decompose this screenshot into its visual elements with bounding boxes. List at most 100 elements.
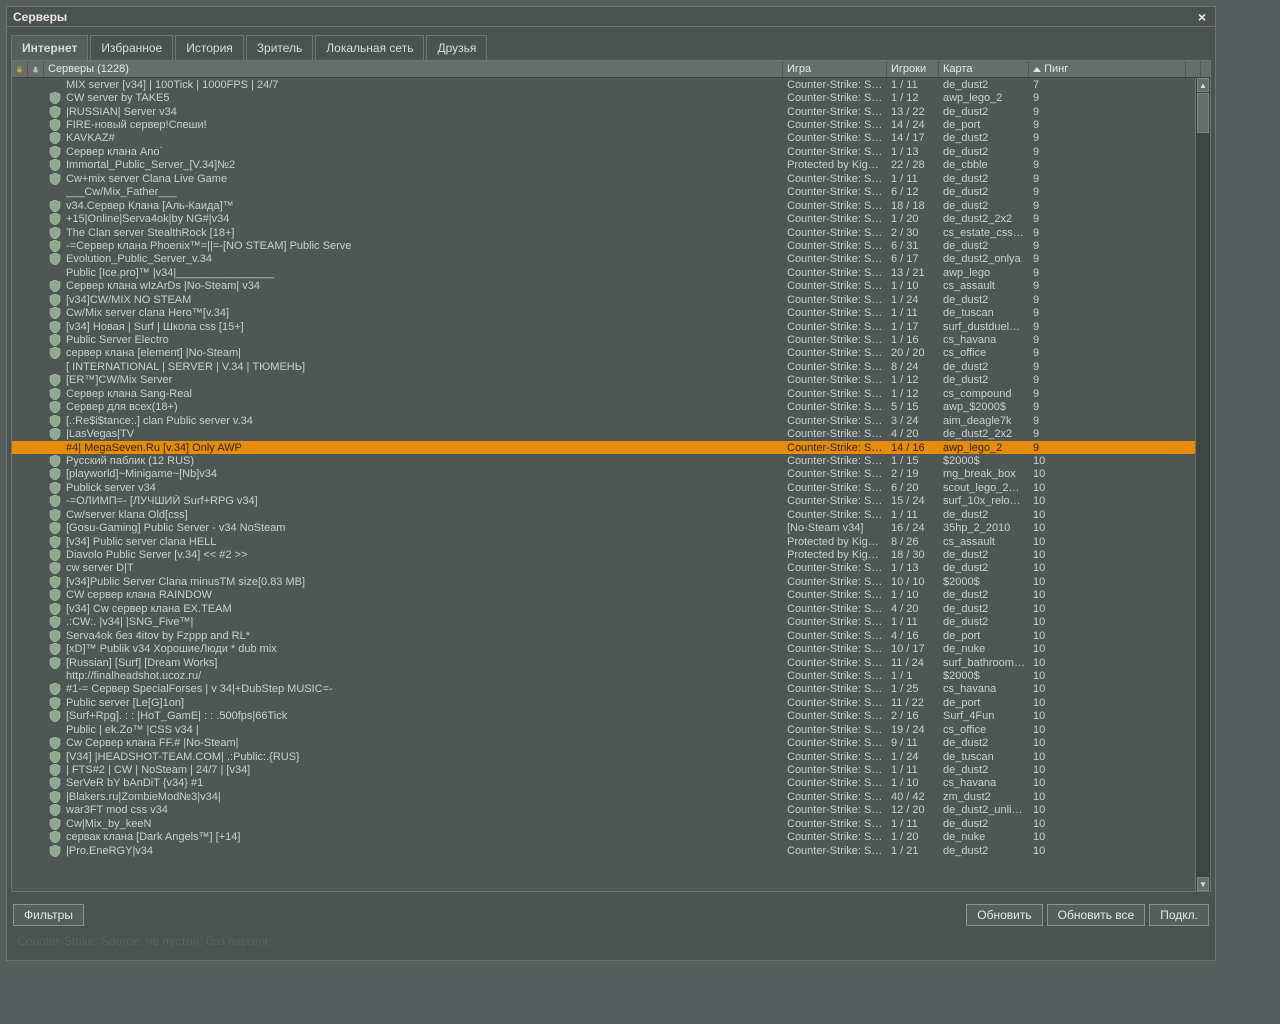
server-row[interactable]: [v34]CW/MIX NO STEAMCounter-Strike: Sour… xyxy=(12,293,1210,306)
server-row[interactable]: http://finalheadshot.ucoz.ru/Counter-Str… xyxy=(12,669,1210,682)
header-ping[interactable]: Пинг xyxy=(1029,61,1186,77)
server-row[interactable]: [v34] Новая | Surf | Школа css [15+]Coun… xyxy=(12,320,1210,333)
server-row[interactable]: [playworld]~Minigame~[Nb]v34Counter-Stri… xyxy=(12,468,1210,481)
server-ping: 10 xyxy=(1029,697,1186,709)
server-row[interactable]: #4| MegaSeven.Ru [v.34] Only AWPCounter-… xyxy=(12,441,1210,454)
server-row[interactable]: Cw Сервер клана FF.# |No-Steam|Counter-S… xyxy=(12,736,1210,749)
header-players[interactable]: Игроки xyxy=(887,61,939,77)
server-row[interactable]: Public [Ice.pro]™ |v34|________________C… xyxy=(12,266,1210,279)
server-row[interactable]: war3FT mod css v34Counter-Strike: Source… xyxy=(12,804,1210,817)
server-row[interactable]: Cw|Mix_by_keeNCounter-Strike: Source1 / … xyxy=(12,817,1210,830)
server-row[interactable]: Public Server ElectroCounter-Strike: Sou… xyxy=(12,333,1210,346)
server-players: 1 / 13 xyxy=(887,562,939,574)
server-players: 1 / 11 xyxy=(887,509,939,521)
server-map: de_dust2 xyxy=(939,361,1029,373)
server-ping: 9 xyxy=(1029,159,1186,171)
server-row[interactable]: |LasVegas|TVCounter-Strike: Source4 / 20… xyxy=(12,427,1210,440)
server-row[interactable]: Public server [Le[G]1on]Counter-Strike: … xyxy=(12,696,1210,709)
header-game[interactable]: Игра xyxy=(783,61,887,77)
server-row[interactable]: Cw+mix server Clana Live GameCounter-Str… xyxy=(12,172,1210,185)
server-game: Counter-Strike: Source xyxy=(783,737,887,749)
server-row[interactable]: [Russian] [Surf] [Dream Works]Counter-St… xyxy=(12,656,1210,669)
scroll-down-icon[interactable]: ▼ xyxy=(1197,877,1209,891)
server-row[interactable]: [Surf+Rpg]. : : |HoT_GamE| : : .500fps|6… xyxy=(12,710,1210,723)
server-row[interactable]: v34.Сервер Клана [Аль-Каида]™Counter-Str… xyxy=(12,199,1210,212)
header-password-icon[interactable] xyxy=(12,61,28,77)
close-icon[interactable]: × xyxy=(1195,10,1209,24)
header-bot-icon[interactable] xyxy=(28,61,44,77)
tab-1[interactable]: Избранное xyxy=(90,35,173,60)
server-list[interactable]: MIX server [v34] | 100Tick | 1000FPS | 2… xyxy=(12,78,1210,891)
server-row[interactable]: -=Сервер клана Phoenix™=||=-[NO STEAM] P… xyxy=(12,239,1210,252)
server-ping: 10 xyxy=(1029,509,1186,521)
server-row[interactable]: SerVeR bY bAnDiT {v34} #1Counter-Strike:… xyxy=(12,777,1210,790)
scroll-thumb[interactable] xyxy=(1197,93,1209,133)
server-row[interactable]: сервер клана [element] |No-Steam|Counter… xyxy=(12,347,1210,360)
server-row[interactable]: Evolution_Public_Server_v.34Counter-Stri… xyxy=(12,253,1210,266)
server-row[interactable]: Сервер клана Ano`Counter-Strike: Source1… xyxy=(12,145,1210,158)
server-row[interactable]: Publick server v34Counter-Strike: Source… xyxy=(12,481,1210,494)
scrollbar[interactable]: ▲ ▼ xyxy=(1195,78,1210,891)
server-row[interactable]: | FTS#2 | CW | NoSteam | 24/7 | [v34]Cou… xyxy=(12,763,1210,776)
server-game: Counter-Strike: Source xyxy=(783,831,887,843)
tab-4[interactable]: Локальная сеть xyxy=(315,35,424,60)
vac-shield-icon xyxy=(48,92,62,104)
tab-3[interactable]: Зритель xyxy=(246,35,314,60)
server-row[interactable]: Русский паблик (12 RUS)Counter-Strike: S… xyxy=(12,454,1210,467)
server-row[interactable]: |Blakers.ru|ZombieMod№3|v34|Counter-Stri… xyxy=(12,790,1210,803)
server-row[interactable]: [.:Re$i$tance:.] clan Public server v.34… xyxy=(12,414,1210,427)
server-row[interactable]: [v34] Public server clana HELLProtected … xyxy=(12,535,1210,548)
server-row[interactable]: Immortal_Public_Server_[V.34]№2Protected… xyxy=(12,159,1210,172)
server-name: Сервер клана Sang-Real xyxy=(66,388,192,400)
server-row[interactable]: |Pro.EneRGY|v34Counter-Strike: Source1 /… xyxy=(12,844,1210,857)
tab-5[interactable]: Друзья xyxy=(426,35,487,60)
server-row[interactable]: Cw/Mix server clana Hero™[v.34]Counter-S… xyxy=(12,306,1210,319)
server-players: 12 / 20 xyxy=(887,804,939,816)
server-row[interactable]: The Clan server StealthRock [18+]Counter… xyxy=(12,226,1210,239)
server-row[interactable]: [v34]Public Server Clana minusTM size[0.… xyxy=(12,575,1210,588)
server-row[interactable]: [Gosu-Gaming] Public Server - v34 NoStea… xyxy=(12,521,1210,534)
tab-2[interactable]: История xyxy=(175,35,244,60)
server-row[interactable]: [v34] Cw сервер клана EX.TEAMCounter-Str… xyxy=(12,602,1210,615)
refresh-button[interactable]: Обновить xyxy=(966,904,1042,926)
server-players: 15 / 24 xyxy=(887,495,939,507)
server-row[interactable]: ___Cw/Mix_Father___Counter-Strike: Sourc… xyxy=(12,186,1210,199)
tab-0[interactable]: Интернет xyxy=(11,35,88,60)
server-map: de_port xyxy=(939,630,1029,642)
server-row[interactable]: cw server D|TCounter-Strike: Source1 / 1… xyxy=(12,562,1210,575)
server-row[interactable]: [xD]™ Publik v34 ХорошиеЛюди * dub mixCo… xyxy=(12,642,1210,655)
server-row[interactable]: MIX server [v34] | 100Tick | 1000FPS | 2… xyxy=(12,78,1210,91)
server-row[interactable]: Сервер клана wIzArDs |No-Steam| v34Count… xyxy=(12,280,1210,293)
scroll-up-icon[interactable]: ▲ xyxy=(1197,78,1209,92)
server-row[interactable]: .:CW:. |v34| |SNG_Five™|Counter-Strike: … xyxy=(12,616,1210,629)
server-row[interactable]: CW сервер клана RAINDOWCounter-Strike: S… xyxy=(12,589,1210,602)
vac-shield-icon xyxy=(48,589,62,601)
vac-shield-icon xyxy=(48,159,62,171)
server-row[interactable]: #1-= Сервер SpecialForses | v 34|+DubSte… xyxy=(12,683,1210,696)
server-row[interactable]: -=ОЛИМП=- [ЛУЧШИЙ Surf+RPG v34]Counter-S… xyxy=(12,495,1210,508)
server-row[interactable]: Сервер для всех(18+)Counter-Strike: Sour… xyxy=(12,401,1210,414)
server-row[interactable]: FIRE-новый сервер!Спеши!Counter-Strike: … xyxy=(12,118,1210,131)
server-row[interactable]: Сервер клана Sang-RealCounter-Strike: So… xyxy=(12,387,1210,400)
connect-button[interactable]: Подкл. xyxy=(1149,904,1209,926)
header-map[interactable]: Карта xyxy=(939,61,1029,77)
server-players: 3 / 24 xyxy=(887,415,939,427)
server-ping: 10 xyxy=(1029,455,1186,467)
server-row[interactable]: Cw/server klana Old[css]Counter-Strike: … xyxy=(12,508,1210,521)
server-row[interactable]: [ INTERNATIONAL | SERVER | V.34 | ТЮМЕНЬ… xyxy=(12,360,1210,373)
server-row[interactable]: [ER™]CW/Mix ServerCounter-Strike: Source… xyxy=(12,374,1210,387)
server-row[interactable]: Serva4ok без 4itov by Fzppp and RL*Count… xyxy=(12,629,1210,642)
server-name: #1-= Сервер SpecialForses | v 34|+DubSte… xyxy=(66,683,333,695)
header-servers[interactable]: Серверы (1228) xyxy=(44,61,783,77)
server-row[interactable]: сервак клана [Dark Angels™] [+14]Counter… xyxy=(12,831,1210,844)
server-row[interactable]: +15|Online|Serva4ok|by NG#|v34Counter-St… xyxy=(12,212,1210,225)
refresh-all-button[interactable]: Обновить все xyxy=(1047,904,1146,926)
server-row[interactable]: Public | ek.Zo™ |CSS v34 |Counter-Strike… xyxy=(12,723,1210,736)
server-row[interactable]: Diavolo Public Server [v.34] << #2 >>Pro… xyxy=(12,548,1210,561)
server-ping: 10 xyxy=(1029,737,1186,749)
server-row[interactable]: |RUSSIAN| Server v34Counter-Strike: Sour… xyxy=(12,105,1210,118)
server-row[interactable]: [V34] |HEADSHOT-TEAM.COM| .:Public:.{RUS… xyxy=(12,750,1210,763)
server-row[interactable]: KAVKAZ#Counter-Strike: Source14 / 17de_d… xyxy=(12,132,1210,145)
filters-button[interactable]: Фильтры xyxy=(13,904,84,926)
server-row[interactable]: CW server by TAKE5Counter-Strike: Source… xyxy=(12,91,1210,104)
